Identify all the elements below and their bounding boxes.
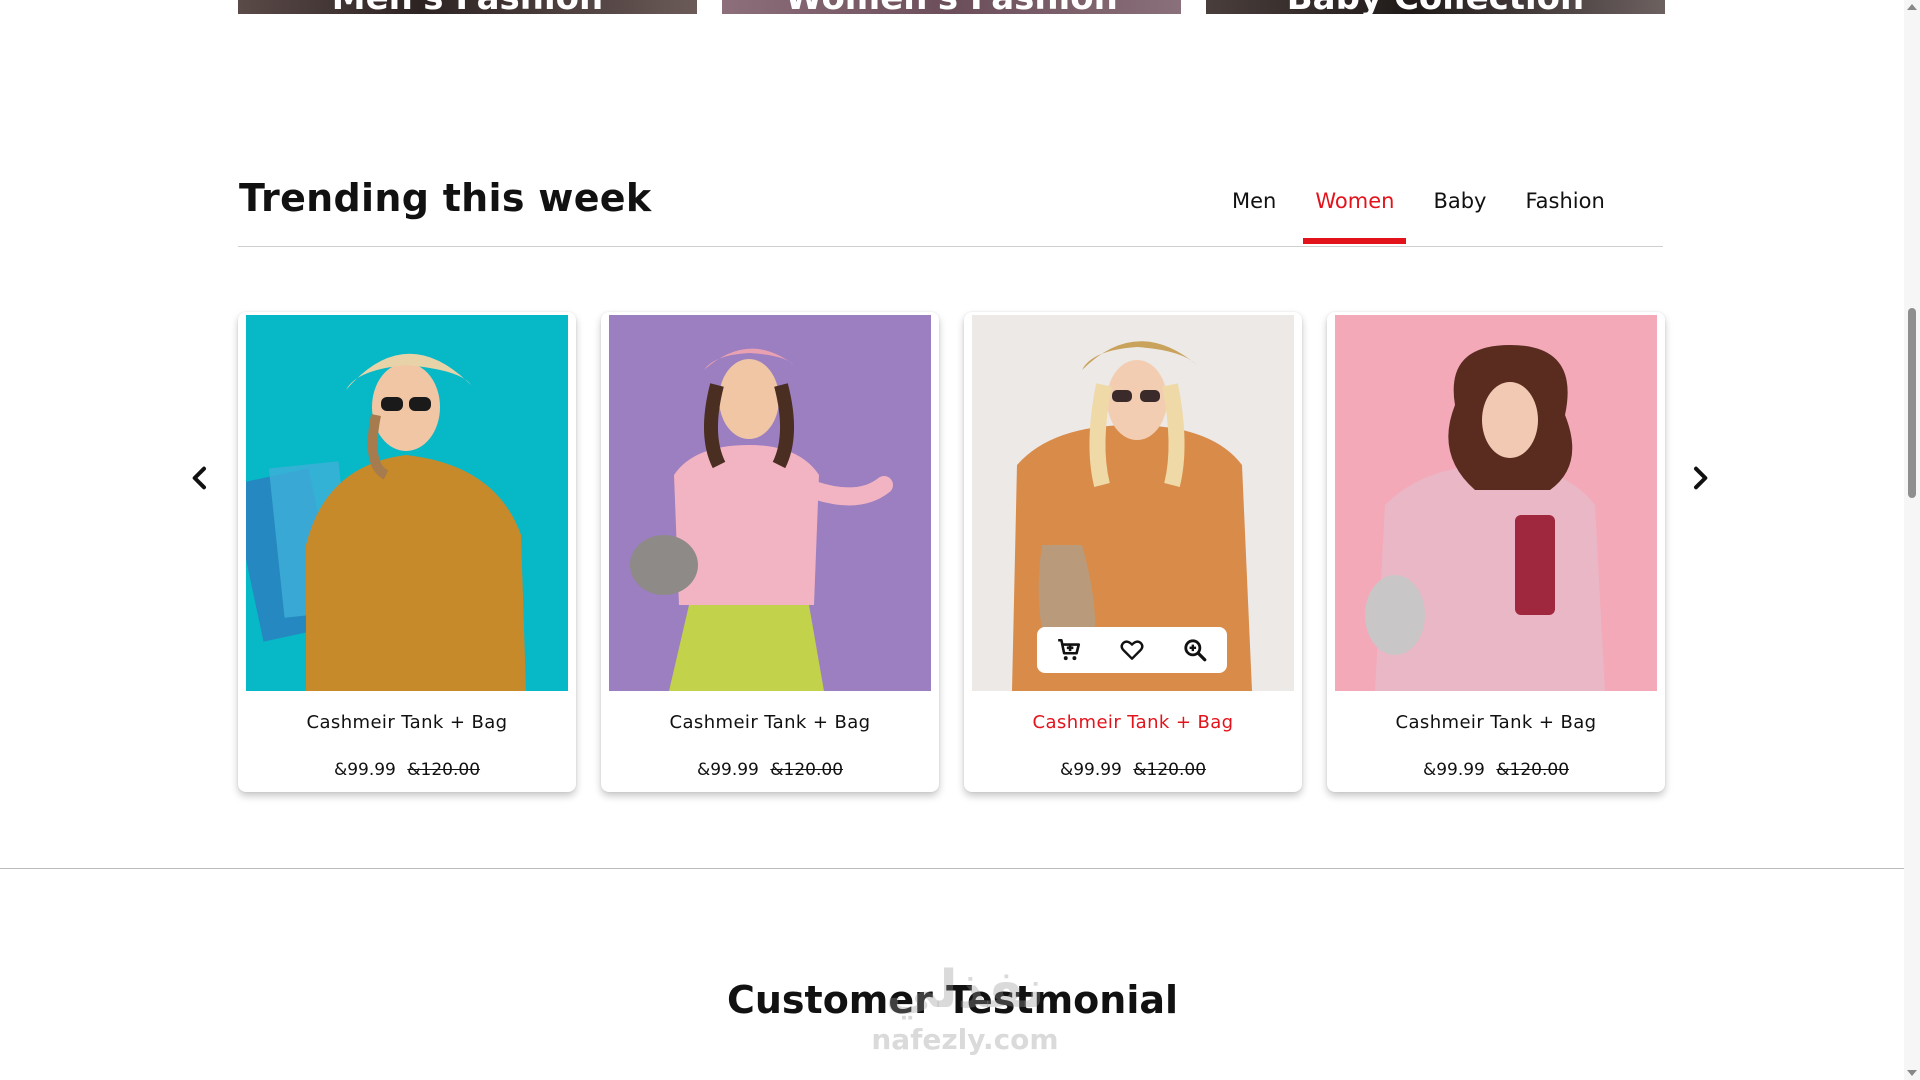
- product-price-old: &120.00: [1496, 760, 1570, 780]
- chevron-left-icon: [192, 466, 206, 490]
- tab-baby[interactable]: Baby: [1421, 182, 1498, 246]
- product-price: &99.99 &120.00: [964, 760, 1302, 780]
- product-image[interactable]: [1335, 315, 1657, 691]
- product-image[interactable]: [246, 315, 568, 691]
- product-name[interactable]: Cashmeir Tank + Bag: [238, 712, 576, 733]
- product-photo: [609, 315, 931, 691]
- carousel-next-button[interactable]: [1684, 462, 1716, 494]
- tab-men[interactable]: Men: [1220, 182, 1288, 246]
- product-card[interactable]: Cashmeir Tank + Bag &99.99 &120.00: [601, 312, 939, 792]
- product-price-old: &120.00: [770, 760, 844, 780]
- product-price-current: &99.99: [1059, 760, 1122, 780]
- category-tabs: Men Women Baby Fashion: [1220, 182, 1632, 246]
- scroll-up-arrow-icon[interactable]: [1907, 4, 1917, 10]
- scrollbar-thumb[interactable]: [1908, 308, 1916, 498]
- section-title: Trending this week: [239, 176, 652, 220]
- heart-icon: [1120, 640, 1144, 660]
- carousel-prev-button[interactable]: [184, 462, 216, 494]
- chevron-right-icon: [1694, 466, 1708, 490]
- product-card[interactable]: Cashmeir Tank + Bag &99.99 &120.00: [964, 312, 1302, 792]
- header-divider: [238, 246, 1663, 247]
- testimonial-section-title: Customer Testmonial: [726, 978, 1179, 1022]
- add-to-cart-button[interactable]: [1054, 635, 1084, 665]
- category-banner-baby[interactable]: Baby Collection: [1206, 0, 1665, 14]
- product-price-current: &99.99: [333, 760, 396, 780]
- tab-fashion[interactable]: Fashion: [1513, 182, 1616, 246]
- product-photo: [246, 315, 568, 691]
- zoom-in-icon: [1184, 639, 1207, 662]
- scroll-down-arrow-icon[interactable]: [1907, 1070, 1917, 1076]
- category-banner-label: Men's Fashion: [238, 0, 697, 14]
- product-name[interactable]: Cashmeir Tank + Bag: [601, 712, 939, 733]
- product-price-current: &99.99: [696, 760, 759, 780]
- add-to-wishlist-button[interactable]: [1117, 635, 1147, 665]
- cart-add-icon: [1057, 638, 1080, 661]
- product-price: &99.99 &120.00: [238, 760, 576, 780]
- product-photo: [1335, 315, 1657, 691]
- product-price-old: &120.00: [1133, 760, 1207, 780]
- product-name[interactable]: Cashmeir Tank + Bag: [964, 712, 1302, 733]
- page: Men's Fashion Women's Fashion Baby Colle…: [0, 0, 1920, 1080]
- watermark-url-text: nafezly.com: [871, 1023, 1059, 1056]
- product-name[interactable]: Cashmeir Tank + Bag: [1327, 712, 1665, 733]
- section-divider: [0, 868, 1905, 869]
- category-banner-label: Women's Fashion: [722, 0, 1181, 14]
- product-card[interactable]: Cashmeir Tank + Bag &99.99 &120.00: [1327, 312, 1665, 792]
- product-price: &99.99 &120.00: [601, 760, 939, 780]
- page-scrollbar[interactable]: [1904, 0, 1920, 1080]
- category-banner-label: Baby Collection: [1206, 0, 1665, 14]
- product-hover-actions: [1037, 627, 1227, 673]
- product-image[interactable]: [972, 315, 1294, 691]
- product-price: &99.99 &120.00: [1327, 760, 1665, 780]
- product-price-current: &99.99: [1422, 760, 1485, 780]
- product-card[interactable]: Cashmeir Tank + Bag &99.99 &120.00: [238, 312, 576, 792]
- product-price-old: &120.00: [407, 760, 481, 780]
- tab-women[interactable]: Women: [1303, 182, 1407, 246]
- category-banner-women[interactable]: Women's Fashion: [722, 0, 1181, 14]
- product-image[interactable]: [609, 315, 931, 691]
- quick-view-button[interactable]: [1180, 635, 1210, 665]
- category-banner-men[interactable]: Men's Fashion: [238, 0, 697, 14]
